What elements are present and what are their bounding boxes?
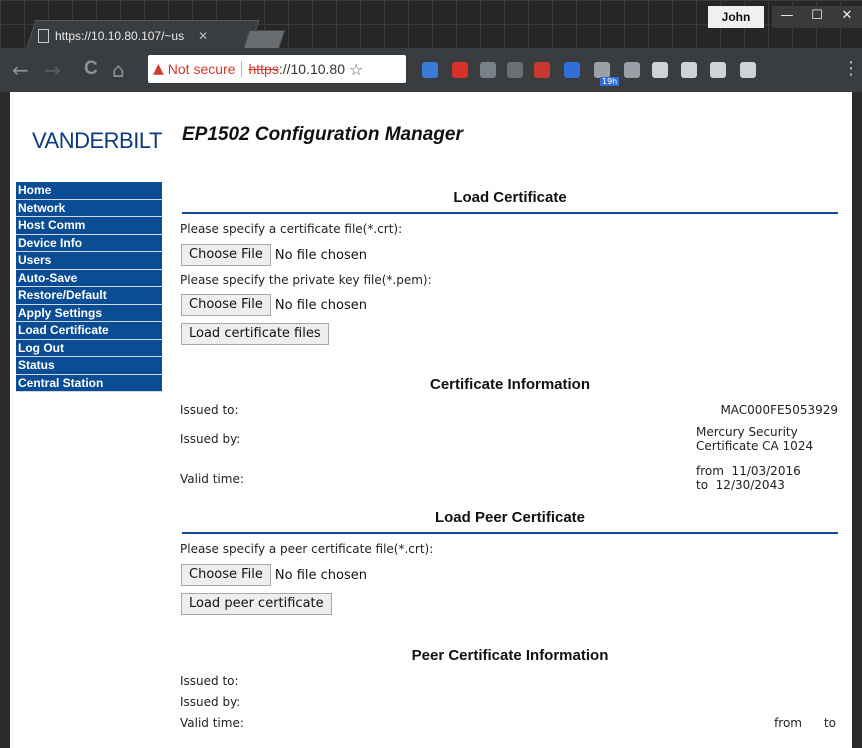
maximize-icon[interactable]: ☐ [802,6,832,28]
load-peer-certificate-heading: Load Peer Certificate [434,509,586,526]
sidebar-item-home[interactable]: Home [16,182,162,200]
bookmark-star-icon[interactable]: ☆ [349,60,363,79]
choose-certificate-file-button[interactable]: Choose File [181,244,271,266]
adblock-icon[interactable] [452,62,468,78]
issued-to-value: MAC000FE5053929 [720,403,838,417]
ghostery-icon[interactable] [480,62,496,78]
load-certificate-heading: Load Certificate [453,189,567,206]
close-tab-icon[interactable]: ✕ [198,29,208,43]
issued-by-line-1: Mercury Security [696,425,798,439]
warning-icon[interactable]: ▲ [153,61,164,77]
page-content: VANDERBILT EP1502 Configuration Manager … [10,92,852,748]
certificate-file-prompt: Please specify a certificate file(*.crt)… [180,222,403,236]
bookmark-icon[interactable] [534,62,550,78]
private-key-prompt: Please specify the private key file(*.pe… [180,273,432,287]
peer-valid-time-label: Valid time: [180,716,244,730]
extension-icon-7[interactable] [594,62,610,78]
peer-issued-by-label: Issued by: [180,695,241,709]
sidebar-item-load-certificate[interactable]: Load Certificate [16,322,162,340]
url-scheme: https [248,61,279,77]
vanderbilt-logo: VANDERBILT [32,128,162,153]
certificate-file-status: No file chosen [274,247,367,263]
section-divider [182,212,838,214]
issued-to-label: Issued to: [180,403,239,417]
section-divider [182,532,838,534]
peer-certificate-info-heading: Peer Certificate Information [411,647,609,664]
load-certificate-row: Load certificate files [181,323,329,345]
browser-window: https://10.10.80.107/~us ✕ John — ☐ ✕ ← … [0,0,862,748]
issued-by-value: Mercury Security Certificate CA 1024 [696,425,813,453]
forward-icon[interactable]: → [44,58,61,82]
extension-icon-4[interactable] [507,62,523,78]
page-title: EP1502 Configuration Manager [182,124,463,145]
load-certificate-files-button[interactable]: Load certificate files [181,323,329,345]
menu-icon[interactable]: ⋮ [842,58,860,79]
issued-by-label: Issued by: [180,432,241,446]
valid-time-value: from 11/03/2016 to 12/30/2043 [696,464,801,492]
sidebar-item-host-comm[interactable]: Host Comm [16,217,162,235]
peer-certificate-prompt: Please specify a peer certificate file(*… [180,542,434,556]
minimize-icon[interactable]: — [772,6,802,28]
extension-icon-12[interactable] [740,62,756,78]
address-bar[interactable]: ▲ Not secure https ://10.10.80 ☆ [148,55,406,83]
sidebar-item-apply-settings[interactable]: Apply Settings [16,305,162,322]
pdf-icon[interactable] [624,62,640,78]
valid-from: from 11/03/2016 [696,464,801,478]
profile-button[interactable]: John [708,6,764,28]
sidebar-item-auto-save[interactable]: Auto-Save [16,270,162,287]
tab-label-group[interactable]: https://10.10.80.107/~us ✕ [38,24,208,48]
peer-certificate-file-input[interactable]: Choose File No file chosen [181,564,367,586]
certificate-info-heading: Certificate Information [429,376,591,393]
peer-certificate-file-status: No file chosen [274,567,367,583]
sidebar-item-log-out[interactable]: Log Out [16,340,162,357]
peer-valid-to: to [823,716,836,730]
page-icon [38,29,49,43]
sidebar-item-users[interactable]: Users [16,252,162,270]
certificate-file-input[interactable]: Choose File No file chosen [181,244,367,266]
extension-badge: 19h [600,77,620,86]
sidebar-item-status[interactable]: Status [16,357,162,375]
sidebar-item-restore-default[interactable]: Restore/Default [16,287,162,305]
extension-icon-9[interactable] [652,62,668,78]
extension-icon-6[interactable] [564,62,580,78]
reload-icon[interactable]: C [84,58,98,80]
omnibox-divider [241,61,243,77]
home-icon[interactable]: ⌂ [112,58,125,82]
dropbox-icon[interactable] [681,62,697,78]
choose-peer-certificate-file-button[interactable]: Choose File [181,564,271,586]
issued-by-line-2: Certificate CA 1024 [696,439,814,453]
private-key-file-status: No file chosen [274,297,367,313]
valid-time-label: Valid time: [180,472,244,486]
load-peer-certificate-button[interactable]: Load peer certificate [181,593,332,615]
back-icon[interactable]: ← [12,58,29,82]
valid-to: to 12/30/2043 [696,478,785,492]
choose-private-key-file-button[interactable]: Choose File [181,294,271,316]
private-key-file-input[interactable]: Choose File No file chosen [181,294,367,316]
close-window-icon[interactable]: ✕ [832,6,862,28]
load-peer-row: Load peer certificate [181,593,332,615]
security-label[interactable]: Not secure [168,61,236,77]
tab-title[interactable]: https://10.10.80.107/~us [55,29,184,43]
extension-icon-11[interactable] [710,62,726,78]
sidebar-item-central-station[interactable]: Central Station [16,375,162,392]
sidebar-item-network[interactable]: Network [16,200,162,217]
url-text: ://10.10.80 [278,61,346,77]
sidebar-nav: Home Network Host Comm Device Info Users… [16,182,162,392]
peer-issued-to-label: Issued to: [180,674,239,688]
sidebar-item-device-info[interactable]: Device Info [16,235,162,252]
extension-icon-1[interactable] [422,62,438,78]
new-tab-button[interactable] [242,30,286,50]
peer-valid-from: from [774,716,802,730]
